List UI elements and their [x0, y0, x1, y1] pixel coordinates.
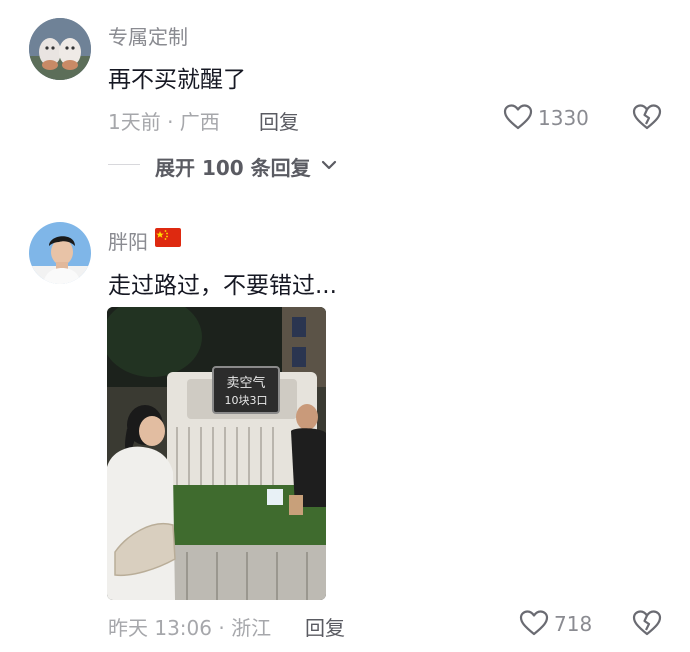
- avatar-image: [29, 18, 91, 80]
- dislike-icon[interactable]: [632, 609, 662, 641]
- avatar[interactable]: [29, 222, 91, 284]
- expand-divider: [108, 164, 140, 165]
- sign-text-line2: 10块3口: [225, 394, 268, 407]
- avatar-image: [29, 222, 91, 284]
- reply-button[interactable]: 回复: [305, 612, 345, 641]
- heart-icon[interactable]: [519, 609, 549, 641]
- like-count: 1330: [538, 106, 589, 130]
- sign-text-line1: 卖空气: [226, 375, 265, 391]
- avatar[interactable]: [29, 18, 91, 80]
- china-flag-icon: [155, 228, 181, 251]
- comment-image[interactable]: 卖空气 10块3口: [107, 307, 326, 600]
- expand-replies-button[interactable]: 展开 100 条回复: [155, 152, 311, 181]
- dislike-icon[interactable]: [632, 103, 662, 135]
- chevron-down-icon[interactable]: [320, 157, 338, 177]
- comment-meta: 昨天 13:06 · 浙江: [108, 616, 272, 640]
- comment-username[interactable]: 专属定制: [108, 21, 188, 50]
- like-count: 718: [554, 612, 593, 636]
- comment-text: 走过路过，不要错过...: [108, 273, 337, 299]
- heart-icon[interactable]: [503, 103, 533, 135]
- comment-text: 再不买就醒了: [108, 67, 246, 93]
- comment-username[interactable]: 胖阳: [108, 226, 148, 255]
- reply-button[interactable]: 回复: [259, 106, 299, 135]
- comment-meta: 1天前 · 广西: [108, 110, 220, 134]
